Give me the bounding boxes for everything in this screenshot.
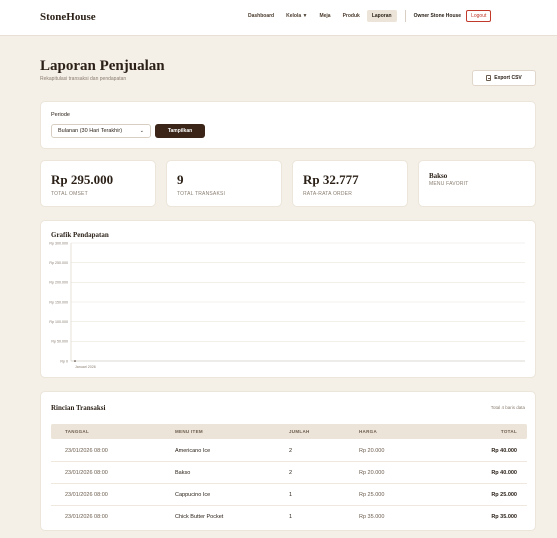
period-selected-value: Bulanan (30 Hari Terakhir): [58, 128, 123, 134]
cell-qty: 2: [289, 448, 293, 454]
page-subtitle: Rekapitulasi transaksi dan pendapatan: [40, 76, 127, 82]
table-title: Rincian Transaksi: [51, 404, 106, 412]
stat-card-total-transaksi: 9 TOTAL TRANSAKSI: [166, 160, 282, 207]
export-csv-button[interactable]: Export CSV: [472, 70, 536, 86]
stat-label: TOTAL OMSET: [51, 191, 88, 197]
header-tanggal: TANGGAL: [65, 429, 90, 434]
cell-price: Rp 20.000: [359, 448, 385, 454]
user-name: Owner Stone House: [413, 13, 462, 19]
cell-price: Rp 25.000: [359, 492, 385, 498]
stat-value: Bakso: [429, 172, 448, 180]
stat-value: Rp 32.777: [303, 172, 359, 187]
cell-total: Rp 25.000: [491, 492, 517, 498]
y-tick-label: Rp 150.000: [49, 300, 68, 304]
nav-laporan[interactable]: Laporan: [366, 10, 397, 22]
transactions-card: Rincian Transaksi Total 4 baris data TAN…: [40, 391, 536, 531]
cell-menu: Americano Ice: [175, 448, 211, 454]
stat-value: Rp 295.000: [51, 172, 114, 187]
stat-label: TOTAL TRANSAKSI: [177, 191, 226, 197]
data-point[interactable]: [74, 360, 76, 362]
header-menu-item: MENU ITEM: [175, 429, 203, 434]
brand-logo[interactable]: StoneHouse: [40, 11, 96, 23]
table-row-count: Total 4 baris data: [490, 405, 525, 410]
main-nav: Dashboard Kelola ▼ Meja Produk Laporan O…: [243, 10, 492, 22]
cell-total: Rp 40.000: [491, 470, 517, 476]
nav-meja[interactable]: Meja: [314, 10, 335, 22]
stat-card-rata-rata-order: Rp 32.777 RATA-RATA ORDER: [292, 160, 408, 207]
cell-total: Rp 35.000: [491, 514, 517, 520]
filter-card: Periode Bulanan (30 Hari Terakhir) ⌄ Tam…: [40, 101, 536, 149]
table-row: 23/01/2026 08:00 Bakso 2 Rp 20.000 Rp 40…: [51, 462, 527, 484]
header-harga: HARGA: [359, 429, 377, 434]
period-label: Periode: [51, 112, 70, 118]
cell-date: 23/01/2026 08:00: [65, 492, 108, 498]
logout-button[interactable]: Logout: [466, 10, 492, 22]
top-navbar: StoneHouse Dashboard Kelola ▼ Meja Produ…: [0, 0, 557, 36]
stat-card-menu-favorit: Bakso MENU FAVORIT: [418, 160, 536, 207]
nav-dashboard[interactable]: Dashboard: [243, 10, 279, 22]
cell-menu: Chick Butter Pocket: [175, 514, 224, 520]
export-csv-label: Export CSV: [494, 75, 522, 81]
y-tick-label: Rp 200.000: [49, 281, 68, 285]
revenue-chart-card: Grafik Pendapatan Rp 0 Rp 50.000 Rp 100.00…: [40, 220, 536, 378]
nav-produk[interactable]: Produk: [338, 10, 365, 22]
cell-date: 23/01/2026 08:00: [65, 448, 108, 454]
revenue-chart: Rp 0 Rp 50.000 Rp 100.000 Rp 150.000 Rp 200.…: [49, 241, 525, 369]
y-tick-label: Rp 300.000: [49, 241, 68, 245]
cell-date: 23/01/2026 08:00: [65, 470, 108, 476]
header-jumlah: JUMLAH: [289, 429, 310, 434]
cell-menu: Cappucino Ice: [175, 492, 211, 498]
x-tick-label: Januari 2026: [75, 365, 96, 369]
y-tick-label: Rp 0: [60, 359, 68, 363]
stat-label: MENU FAVORIT: [429, 181, 469, 187]
y-tick-label: Rp 100.000: [49, 320, 68, 324]
table-row: 23/01/2026 08:00 Chick Butter Pocket 1 R…: [51, 506, 527, 528]
cell-qty: 2: [289, 470, 293, 476]
cell-date: 23/01/2026 08:00: [65, 514, 108, 520]
y-tick-label: Rp 50.000: [51, 340, 68, 344]
header-total: TOTAL: [500, 429, 517, 434]
nav-divider: [404, 10, 406, 22]
document-icon: [486, 75, 492, 81]
y-tick-label: Rp 250.000: [49, 261, 68, 265]
table-row: 23/01/2026 08:00 Cappucino Ice 1 Rp 25.0…: [51, 484, 527, 506]
nav-kelola-dropdown[interactable]: Kelola ▼: [281, 10, 312, 22]
chevron-down-icon: ⌄: [139, 128, 144, 134]
stat-label: RATA-RATA ORDER: [303, 191, 353, 197]
stat-card-total-omset: Rp 295.000 TOTAL OMSET: [40, 160, 156, 207]
cell-menu: Bakso: [175, 470, 191, 476]
cell-price: Rp 35.000: [359, 514, 385, 520]
stat-value: 9: [177, 172, 184, 187]
show-button[interactable]: Tampilkan: [155, 124, 205, 138]
table-row: 23/01/2026 08:00 Americano Ice 2 Rp 20.0…: [51, 440, 527, 462]
table-header: TANGGAL MENU ITEM JUMLAH HARGA TOTAL: [51, 424, 527, 439]
cell-qty: 1: [289, 514, 293, 520]
period-select[interactable]: Bulanan (30 Hari Terakhir) ⌄: [51, 124, 151, 138]
page-title: Laporan Penjualan: [40, 58, 165, 74]
cell-total: Rp 40.000: [491, 448, 517, 454]
cell-price: Rp 20.000: [359, 470, 385, 476]
cell-qty: 1: [289, 492, 293, 498]
